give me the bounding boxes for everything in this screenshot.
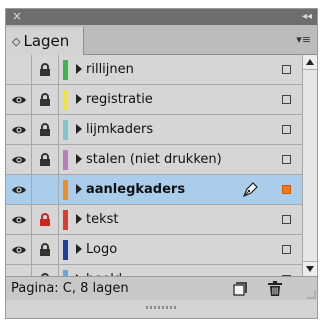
partial-heading-above (0, 0, 323, 8)
lock-toggle[interactable] (32, 55, 59, 84)
layer-row-stalen-niet-drukken[interactable]: stalen (niet drukken) (6, 145, 302, 175)
panel-footer: Pagina: C, 8 lagen (6, 276, 317, 300)
disclosure-triangle-icon[interactable] (76, 64, 82, 74)
lock-toggle[interactable] (32, 115, 59, 144)
layer-name: Logo (86, 242, 118, 257)
layer-target-square[interactable] (282, 125, 291, 134)
eye-icon (11, 155, 27, 165)
drag-handle[interactable] (146, 306, 176, 309)
layer-list: rillijnen registratie lijmkaders stalen (ni… (6, 55, 302, 295)
status-text: Pagina: C, 8 lagen (11, 281, 129, 296)
eye-icon (11, 245, 27, 255)
visibility-toggle[interactable] (6, 235, 32, 264)
layer-target-square[interactable] (282, 245, 291, 254)
layer-name: stalen (niet drukken) (86, 152, 222, 167)
layer-name: registratie (86, 92, 153, 107)
layer-color-swatch (63, 90, 68, 110)
layer-color-swatch (63, 240, 68, 260)
layer-color-swatch (63, 180, 68, 200)
lock-icon (39, 122, 51, 137)
visibility-toggle[interactable] (6, 205, 32, 234)
layer-row-lijmkaders[interactable]: lijmkaders (6, 115, 302, 145)
panel-menu-icon[interactable]: ▾≡ (296, 34, 311, 46)
visibility-toggle[interactable] (6, 115, 32, 144)
scrollbar[interactable] (302, 55, 317, 276)
layer-target-square[interactable] (282, 185, 291, 194)
new-layer-icon[interactable] (232, 281, 248, 301)
disclosure-triangle-icon[interactable] (76, 154, 82, 164)
layer-row-aanlegkaders[interactable]: aanlegkaders (6, 175, 302, 205)
lock-icon (39, 152, 51, 167)
layer-name: rillijnen (86, 62, 134, 77)
layers-panel: × ◂◂ ◇ Lagen ▾≡ rillijnen registratie lijm… (5, 8, 318, 319)
trash-icon[interactable] (266, 280, 284, 302)
lock-icon (39, 212, 51, 227)
layer-color-swatch (63, 120, 68, 140)
resize-grip-icon[interactable] (303, 276, 317, 300)
tab-label: Lagen (23, 32, 70, 50)
layer-target-square[interactable] (282, 95, 291, 104)
collapse-icon[interactable]: ◂◂ (302, 9, 312, 25)
layer-name: tekst (86, 212, 119, 227)
layer-row-rillijnen[interactable]: rillijnen (6, 55, 302, 85)
eye-icon (11, 125, 27, 135)
layer-name: lijmkaders (86, 122, 154, 137)
close-icon[interactable]: × (12, 9, 22, 24)
pen-icon (241, 181, 259, 203)
disclosure-triangle-icon[interactable] (76, 124, 82, 134)
eye-icon (11, 95, 27, 105)
lock-icon (39, 62, 51, 77)
disclosure-triangle-icon[interactable] (76, 214, 82, 224)
panel-bottom-edge (6, 300, 317, 318)
layer-target-square[interactable] (282, 215, 291, 224)
layer-color-swatch (63, 150, 68, 170)
layer-color-swatch (63, 60, 68, 80)
lock-toggle[interactable] (32, 175, 59, 204)
eye-icon (11, 215, 27, 225)
lock-toggle[interactable] (32, 205, 59, 234)
lock-toggle[interactable] (32, 85, 59, 114)
layer-row-logo[interactable]: Logo (6, 235, 302, 265)
visibility-toggle[interactable] (6, 175, 32, 204)
panel-titlebar: × ◂◂ (6, 9, 317, 25)
disclosure-triangle-icon[interactable] (76, 244, 82, 254)
lock-toggle[interactable] (32, 145, 59, 174)
scroll-down-arrow-icon[interactable] (303, 261, 317, 276)
layer-name: aanlegkaders (86, 182, 186, 197)
scroll-up-arrow-icon[interactable] (303, 55, 317, 70)
layer-color-swatch (63, 210, 68, 230)
layer-target-square[interactable] (282, 65, 291, 74)
visibility-toggle[interactable] (6, 145, 32, 174)
tab-lagen[interactable]: ◇ Lagen (6, 27, 84, 55)
eye-icon (11, 185, 27, 195)
layer-target-square[interactable] (282, 155, 291, 164)
tab-row: ◇ Lagen ▾≡ (6, 25, 317, 55)
visibility-toggle[interactable] (6, 55, 32, 84)
updown-icon: ◇ (12, 34, 21, 48)
disclosure-triangle-icon[interactable] (76, 94, 82, 104)
visibility-toggle[interactable] (6, 85, 32, 114)
layer-row-registratie[interactable]: registratie (6, 85, 302, 115)
layer-row-tekst[interactable]: tekst (6, 205, 302, 235)
disclosure-triangle-icon[interactable] (76, 184, 82, 194)
lock-toggle[interactable] (32, 235, 59, 264)
lock-icon (39, 92, 51, 107)
lock-icon (39, 242, 51, 257)
